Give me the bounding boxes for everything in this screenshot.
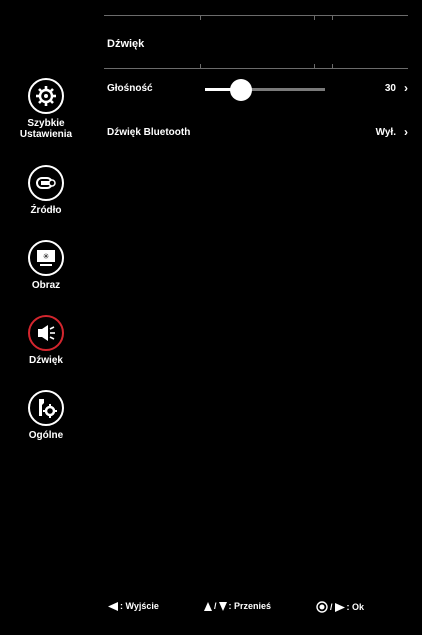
right-arrow-icon bbox=[334, 602, 345, 612]
footer-exit-hint: : Wyjście bbox=[108, 601, 159, 611]
sidebar-item-label: Ogólne bbox=[28, 430, 64, 441]
bluetooth-sound-label: Dźwięk Bluetooth bbox=[107, 127, 191, 138]
chevron-right-icon: › bbox=[404, 81, 408, 95]
sidebar-item-quick-settings[interactable]: Szybkie Ustawienia bbox=[0, 78, 92, 140]
volume-label: Głośność bbox=[107, 83, 153, 94]
chevron-right-icon: › bbox=[404, 125, 408, 139]
sidebar: Szybkie Ustawienia Źródło ✳ Obraz Dźwięk… bbox=[0, 0, 92, 635]
move-hint-label: : Przenieś bbox=[228, 601, 272, 611]
input-source-icon bbox=[28, 165, 64, 201]
volume-value: 30 bbox=[384, 83, 396, 94]
up-arrow-icon bbox=[204, 601, 212, 611]
left-arrow-icon bbox=[108, 601, 118, 611]
bluetooth-sound-value: Wył. bbox=[375, 127, 396, 138]
footer-ok-hint: / : Ok bbox=[316, 601, 364, 613]
exit-hint-label: : Wyjście bbox=[120, 601, 159, 611]
sidebar-item-picture[interactable]: ✳ Obraz bbox=[0, 240, 92, 291]
svg-text:✳: ✳ bbox=[43, 252, 50, 261]
quick-settings-gear-icon bbox=[28, 78, 64, 114]
picture-icon: ✳ bbox=[28, 240, 64, 276]
general-tools-icon bbox=[28, 390, 64, 426]
sidebar-item-label: Dźwięk bbox=[29, 355, 63, 366]
sidebar-item-label: Obraz bbox=[31, 280, 61, 291]
bluetooth-sound-row[interactable]: Dźwięk Bluetooth Wył. › bbox=[107, 125, 408, 141]
ok-hint-label: : Ok bbox=[346, 602, 365, 612]
speaker-icon bbox=[28, 315, 64, 351]
sidebar-item-label: Szybkie Ustawienia bbox=[19, 118, 73, 140]
down-arrow-icon bbox=[218, 601, 227, 611]
page-title: Dźwięk bbox=[107, 38, 145, 50]
sidebar-item-general[interactable]: Ogólne bbox=[0, 390, 92, 441]
top-divider bbox=[104, 15, 408, 20]
volume-row[interactable]: Głośność 30 › bbox=[107, 79, 408, 101]
footer-move-hint: / : Przenieś bbox=[204, 601, 271, 611]
sidebar-item-sound[interactable]: Dźwięk bbox=[0, 315, 92, 366]
sidebar-item-source[interactable]: Źródło bbox=[0, 165, 92, 216]
slash-separator: / bbox=[214, 601, 217, 611]
volume-slider-knob[interactable] bbox=[230, 79, 252, 101]
title-divider bbox=[104, 64, 408, 69]
volume-slider[interactable] bbox=[205, 79, 325, 101]
slash-separator: / bbox=[330, 602, 333, 612]
sidebar-item-label: Źródło bbox=[30, 205, 62, 216]
ok-button-icon bbox=[316, 601, 328, 613]
